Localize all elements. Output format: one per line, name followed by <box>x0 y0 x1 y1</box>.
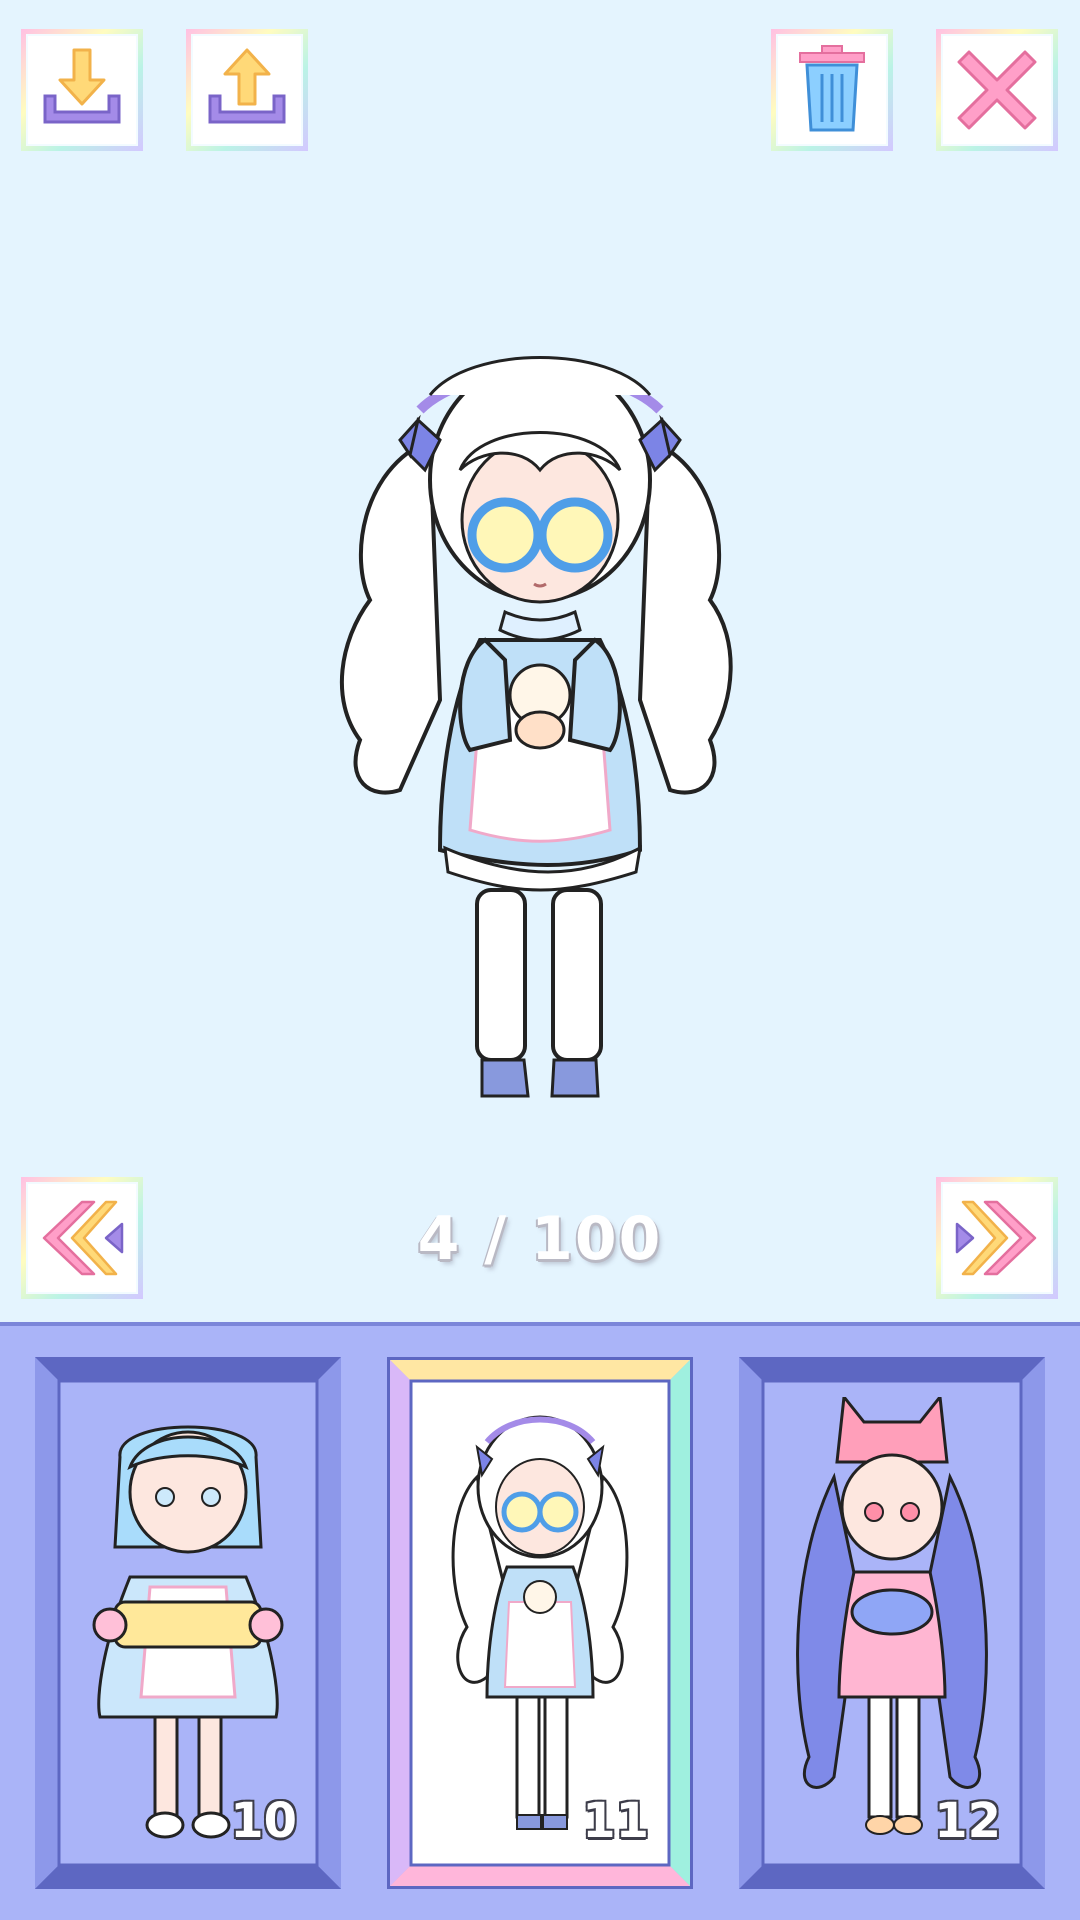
character-thumbnail-12 <box>796 1397 988 1835</box>
double-chevron-left-icon <box>42 1200 124 1276</box>
previous-button[interactable] <box>21 1177 143 1299</box>
main-character-figure <box>339 356 733 1098</box>
character-thumbnail-10 <box>92 1425 284 1839</box>
page-counter: 4 / 100 <box>417 1204 663 1274</box>
card-number: 10 <box>230 1793 297 1849</box>
next-button[interactable] <box>936 1177 1058 1299</box>
character-thumbnail-11 <box>451 1415 629 1830</box>
character-tray: 10 11 12 <box>0 1322 1080 1920</box>
character-card-10[interactable]: 10 <box>35 1357 341 1889</box>
character-preview <box>339 356 733 1098</box>
card-number: 12 <box>934 1793 1001 1849</box>
card-number: 11 <box>582 1793 649 1849</box>
double-chevron-right-icon <box>955 1200 1037 1276</box>
character-card-11[interactable]: 11 <box>387 1357 693 1889</box>
character-card-12[interactable]: 12 <box>739 1357 1045 1889</box>
